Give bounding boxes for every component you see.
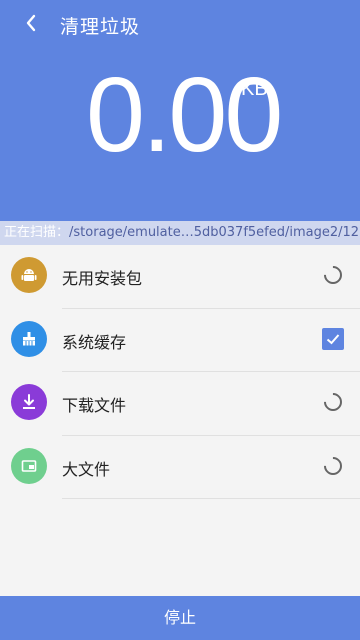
loading-spinner-icon — [320, 389, 346, 415]
checkbox-checked[interactable] — [322, 327, 344, 350]
loading-spinner-icon — [320, 262, 346, 288]
page-title: 清理垃圾 — [60, 16, 141, 38]
folder-icon — [11, 447, 47, 484]
category-row-apk[interactable]: 无用安装包 — [0, 245, 360, 309]
category-label: 下载文件 — [62, 396, 127, 415]
scan-status-bar: 正在扫描：/storage/emulate…5db037f5efed/image… — [0, 221, 360, 245]
broom-icon — [11, 320, 47, 357]
back-button[interactable] — [16, 8, 46, 38]
loading-spinner-icon — [320, 452, 346, 479]
android-icon — [11, 257, 47, 293]
category-row-downloads[interactable]: 下载文件 — [0, 372, 360, 436]
junk-size-unit: KB — [241, 78, 268, 100]
category-list: 无用安装包 系统缓存 下载文件 大文件 — [0, 245, 360, 499]
category-label: 无用安装包 — [62, 269, 143, 288]
category-row-cache[interactable]: 系统缓存 — [0, 309, 360, 372]
download-icon — [11, 384, 47, 420]
category-row-large-files[interactable]: 大文件 — [0, 436, 360, 499]
category-label: 系统缓存 — [62, 332, 127, 352]
divider — [62, 498, 360, 499]
category-label: 大文件 — [62, 459, 111, 479]
header: 清理垃圾 0.00 KB — [0, 0, 360, 245]
scan-label: 正在扫描： — [4, 225, 70, 240]
scan-path: /storage/emulate…5db037f5efed/image2/12 — [69, 225, 360, 240]
stop-button[interactable]: 停止 — [0, 596, 360, 640]
chevron-left-icon — [26, 14, 36, 32]
junk-size-value: 0.00 — [86, 56, 283, 174]
check-icon — [326, 333, 340, 344]
